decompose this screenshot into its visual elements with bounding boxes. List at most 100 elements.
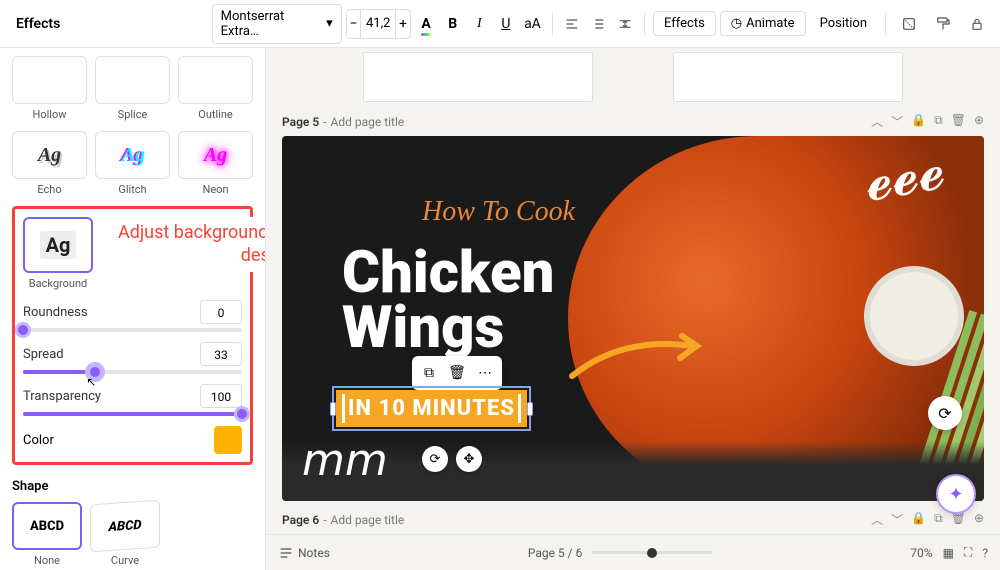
transparency-thumb[interactable] bbox=[234, 406, 250, 422]
lock-icon[interactable]: 🔒 bbox=[911, 113, 926, 130]
design-canvas[interactable]: 𝓮𝓮𝓮 𝘮𝘮 How To Cook Chicken Wings ⧉ 🗑 ⋯ I… bbox=[282, 136, 984, 501]
position-button[interactable]: Position bbox=[810, 12, 877, 35]
page-5-label: Page 5 bbox=[282, 115, 319, 129]
grid-view-icon[interactable]: ▦ bbox=[943, 546, 954, 560]
transparency-value[interactable]: 100 bbox=[200, 384, 242, 408]
paint-roller-icon bbox=[935, 16, 951, 32]
effects-sidebar: Hollow Splice Outline Ag Ag Ag Echo Glit… bbox=[0, 48, 266, 570]
font-size-stepper: − + bbox=[346, 9, 411, 39]
duplicate-button[interactable]: ⧉ bbox=[416, 360, 442, 386]
effect-background[interactable]: Ag bbox=[23, 217, 93, 273]
font-size-input[interactable] bbox=[360, 10, 396, 38]
font-size-decrease[interactable]: − bbox=[347, 10, 361, 38]
list-button[interactable] bbox=[587, 9, 610, 39]
zoom-thumb[interactable] bbox=[647, 548, 657, 558]
label-background: Background bbox=[23, 277, 93, 290]
text-howto[interactable]: How To Cook bbox=[422, 196, 575, 228]
add-page-icon[interactable]: ⊕ bbox=[974, 511, 984, 528]
font-family-select[interactable]: Montserrat Extra… ▾ bbox=[212, 4, 342, 44]
more-button[interactable]: ⋯ bbox=[472, 360, 498, 386]
annotation-callout: Adjust background settings to fit your d… bbox=[105, 217, 266, 272]
page-down-icon[interactable]: ﹀ bbox=[891, 113, 903, 130]
effect-splice[interactable] bbox=[95, 56, 170, 104]
transparency-button[interactable] bbox=[894, 9, 924, 39]
spread-track[interactable]: ↖ bbox=[23, 370, 242, 374]
effects-button[interactable]: Effects bbox=[653, 11, 716, 36]
text-main[interactable]: Chicken Wings bbox=[342, 246, 554, 356]
text-badge[interactable]: IN 10 MINUTES bbox=[336, 390, 527, 427]
label-outline: Outline bbox=[178, 108, 253, 121]
label-neon: Neon bbox=[178, 183, 253, 196]
font-size-increase[interactable]: + bbox=[396, 10, 410, 38]
page-down-icon[interactable]: ﹀ bbox=[891, 511, 903, 528]
effect-row-1 bbox=[12, 56, 253, 104]
effect-glitch[interactable]: Ag bbox=[95, 131, 170, 179]
page-title-placeholder-6[interactable]: Add page title bbox=[331, 513, 405, 527]
prev-page-thumb[interactable] bbox=[673, 52, 903, 102]
prev-page-thumb[interactable] bbox=[363, 52, 593, 102]
spread-thumb[interactable]: ↖ bbox=[85, 362, 105, 382]
page-up-icon[interactable]: ︿ bbox=[871, 511, 883, 528]
underline-button[interactable]: U bbox=[495, 9, 518, 39]
rotate-move-controls: ⟳ ✥ bbox=[422, 446, 482, 472]
page-up-icon[interactable]: ︿ bbox=[871, 113, 883, 130]
magic-fab[interactable]: ✦ bbox=[936, 474, 976, 514]
lock-icon bbox=[969, 16, 985, 32]
effect-echo[interactable]: Ag bbox=[12, 131, 87, 179]
roundness-thumb[interactable] bbox=[15, 322, 31, 338]
shape-none[interactable]: ABCD bbox=[12, 502, 82, 550]
bold-button[interactable]: B bbox=[441, 9, 464, 39]
shape-curve[interactable]: ABCD bbox=[90, 500, 160, 553]
transparency-track[interactable] bbox=[23, 412, 242, 416]
notes-button[interactable]: Notes bbox=[278, 545, 330, 561]
roundness-track[interactable] bbox=[23, 328, 242, 332]
animate-button[interactable]: ◷ Animate bbox=[720, 11, 806, 36]
color-swatch[interactable] bbox=[214, 426, 242, 454]
zoom-value[interactable]: 70% bbox=[910, 546, 932, 560]
dip-bowl bbox=[864, 266, 964, 366]
text-main-line2: Wings bbox=[342, 301, 554, 356]
spread-label: Spread bbox=[23, 347, 64, 362]
text-case-button[interactable]: aA bbox=[521, 9, 544, 39]
copy-style-button[interactable] bbox=[928, 9, 958, 39]
bottom-right-controls: 70% ▦ ⛶ ? bbox=[910, 545, 988, 560]
spacing-icon bbox=[617, 16, 633, 32]
roundness-value[interactable]: 0 bbox=[200, 300, 242, 324]
duplicate-icon[interactable]: ⧉ bbox=[934, 113, 943, 130]
fullscreen-icon[interactable]: ⛶ bbox=[964, 545, 972, 560]
trash-icon[interactable]: 🗑 bbox=[951, 511, 966, 528]
align-button[interactable] bbox=[560, 9, 583, 39]
delete-button[interactable]: 🗑 bbox=[444, 360, 470, 386]
trash-icon[interactable]: 🗑 bbox=[951, 113, 966, 130]
spread-value[interactable]: 33 bbox=[200, 342, 242, 366]
effect-neon[interactable]: Ag bbox=[178, 131, 253, 179]
roundness-slider[interactable]: Roundness 0 bbox=[23, 300, 242, 332]
page-title-placeholder[interactable]: Add page title bbox=[331, 115, 405, 129]
selected-text-element[interactable]: IN 10 MINUTES bbox=[332, 386, 531, 431]
effect-labels-1: Hollow Splice Outline bbox=[12, 108, 253, 121]
rotate-button[interactable]: ⟳ bbox=[422, 446, 448, 472]
bg-tile-glyph: Ag bbox=[40, 231, 77, 259]
main-area: Hollow Splice Outline Ag Ag Ag Echo Glit… bbox=[0, 48, 1000, 570]
toolbar-right bbox=[881, 9, 992, 39]
spacing-button[interactable] bbox=[614, 9, 637, 39]
lock-icon[interactable]: 🔒 bbox=[911, 511, 926, 528]
notes-label: Notes bbox=[298, 546, 330, 560]
transparency-slider[interactable]: Transparency 100 bbox=[23, 384, 242, 416]
effect-outline[interactable] bbox=[178, 56, 253, 104]
zoom-slider[interactable] bbox=[592, 551, 712, 554]
text-color-button[interactable]: A bbox=[415, 9, 438, 39]
effect-hollow[interactable] bbox=[12, 56, 87, 104]
resize-handle-right[interactable] bbox=[527, 402, 533, 416]
list-icon bbox=[590, 16, 606, 32]
duplicate-icon[interactable]: ⧉ bbox=[934, 511, 943, 528]
scribble-top-right: 𝓮𝓮𝓮 bbox=[862, 150, 946, 199]
spread-slider[interactable]: Spread 33 ↖ bbox=[23, 342, 242, 374]
add-page-icon[interactable]: ⊕ bbox=[974, 113, 984, 130]
help-icon[interactable]: ? bbox=[982, 546, 988, 560]
move-button[interactable]: ✥ bbox=[456, 446, 482, 472]
lock-button[interactable] bbox=[962, 9, 992, 39]
italic-button[interactable]: I bbox=[468, 9, 491, 39]
page-indicator[interactable]: Page 5 / 6 bbox=[528, 546, 583, 560]
panel-title: Effects bbox=[8, 16, 208, 32]
